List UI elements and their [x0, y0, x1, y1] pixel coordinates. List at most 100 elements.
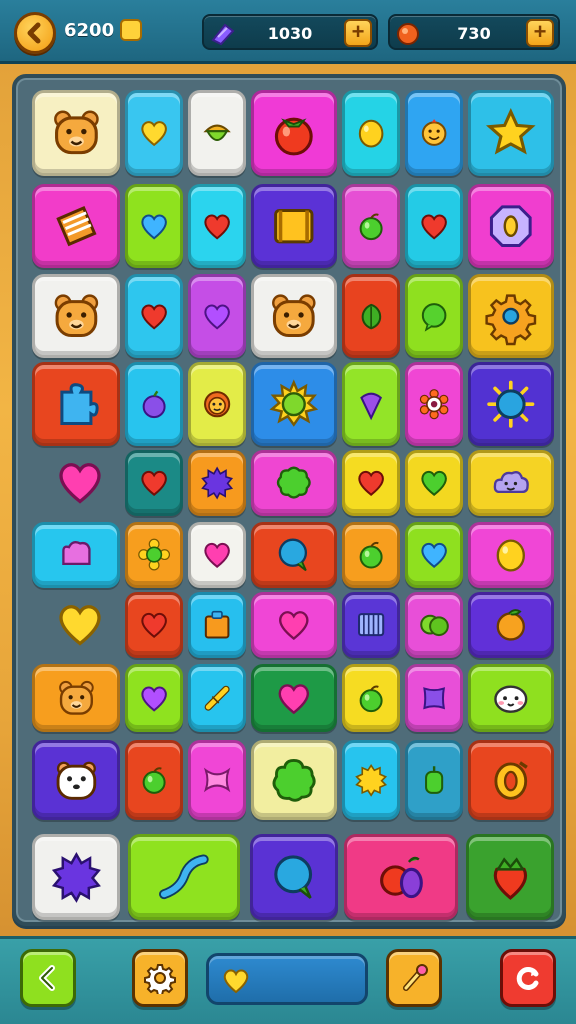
game-tile[interactable] — [125, 450, 183, 516]
game-tile[interactable] — [405, 740, 463, 820]
game-tile[interactable] — [342, 184, 400, 268]
game-tile[interactable] — [251, 184, 337, 268]
chevron-left-icon — [27, 22, 41, 44]
gem-counter: 1030 + — [202, 14, 378, 50]
bear-face-icon — [53, 110, 99, 155]
game-tile[interactable] — [468, 664, 554, 732]
game-tile[interactable] — [405, 362, 463, 446]
game-tile[interactable] — [251, 522, 337, 588]
game-tile[interactable] — [405, 450, 463, 516]
game-tile[interactable] — [342, 274, 400, 358]
pink-heart-icon — [279, 611, 309, 641]
game-tile[interactable] — [468, 740, 554, 820]
game-tile[interactable] — [125, 592, 183, 658]
game-tile[interactable] — [32, 274, 120, 358]
loose-piece[interactable] — [54, 456, 106, 508]
game-tile[interactable] — [342, 522, 400, 588]
game-tile[interactable] — [188, 740, 246, 820]
game-tile[interactable] — [344, 834, 458, 920]
loose-piece[interactable] — [54, 598, 106, 650]
game-tile[interactable] — [188, 184, 246, 268]
add-gems-button[interactable]: + — [344, 19, 372, 47]
game-tile[interactable] — [32, 664, 120, 732]
game-tile[interactable] — [342, 362, 400, 446]
green-apple-icon — [359, 213, 383, 240]
game-tile[interactable] — [32, 362, 120, 446]
game-tile[interactable] — [128, 834, 240, 920]
game-tile[interactable] — [468, 274, 554, 358]
orange-fruit-icon — [496, 609, 526, 642]
game-tile[interactable] — [342, 90, 400, 176]
game-tile[interactable] — [342, 740, 400, 820]
hamster-face-icon — [56, 761, 96, 800]
blue-balloon-icon — [273, 855, 312, 900]
green-apple-icon — [142, 767, 166, 794]
back-button[interactable] — [20, 949, 76, 1007]
hint-button[interactable] — [386, 949, 442, 1007]
add-orbs-button[interactable]: + — [526, 19, 554, 47]
booster-bar[interactable] — [206, 953, 368, 1005]
game-tile[interactable] — [188, 90, 246, 176]
blue-heart-icon — [141, 214, 167, 240]
game-tile[interactable] — [188, 362, 246, 446]
game-tile[interactable] — [466, 834, 554, 920]
game-tile[interactable] — [405, 274, 463, 358]
game-tile[interactable] — [251, 740, 337, 820]
purple-heart-icon — [141, 686, 167, 712]
chevron-left-icon — [39, 965, 55, 991]
game-tile[interactable] — [32, 740, 120, 820]
game-tile[interactable] — [125, 362, 183, 446]
game-tile[interactable] — [188, 522, 246, 588]
gear-icon — [144, 964, 176, 994]
back-button[interactable] — [14, 12, 56, 54]
game-tile[interactable] — [468, 450, 554, 516]
game-tile[interactable] — [251, 90, 337, 176]
game-tile[interactable] — [125, 184, 183, 268]
game-tile[interactable] — [188, 664, 246, 732]
game-tile[interactable] — [251, 592, 337, 658]
game-tile[interactable] — [32, 184, 120, 268]
game-tile[interactable] — [468, 362, 554, 446]
game-tile[interactable] — [405, 664, 463, 732]
red-heart-icon — [141, 471, 167, 497]
smiley-icon — [421, 119, 447, 147]
blue-wave-icon — [159, 854, 209, 900]
game-tile[interactable] — [342, 592, 400, 658]
game-tile[interactable] — [405, 90, 463, 176]
game-tile[interactable] — [405, 184, 463, 268]
game-tile[interactable] — [405, 522, 463, 588]
pink-bow-icon — [203, 767, 231, 793]
game-tile[interactable] — [32, 834, 120, 920]
game-tile[interactable] — [125, 90, 183, 176]
game-tile[interactable] — [188, 450, 246, 516]
game-tile[interactable] — [468, 90, 554, 176]
game-tile[interactable] — [188, 592, 246, 658]
game-tile[interactable] — [250, 834, 338, 920]
game-tile[interactable] — [251, 450, 337, 516]
game-tile[interactable] — [125, 274, 183, 358]
game-tile[interactable] — [125, 740, 183, 820]
game-tile[interactable] — [342, 450, 400, 516]
bottom-bar — [0, 936, 576, 1024]
pink-heart-icon — [204, 543, 230, 569]
shuffle-button[interactable] — [500, 949, 556, 1007]
game-tile[interactable] — [32, 522, 120, 588]
game-tile[interactable] — [468, 592, 554, 658]
candy-stick-icon — [204, 685, 230, 711]
yellow-heart-icon — [223, 969, 249, 994]
game-tile[interactable] — [32, 90, 120, 176]
game-tile[interactable] — [405, 592, 463, 658]
game-tile[interactable] — [251, 362, 337, 446]
game-tile[interactable] — [468, 522, 554, 588]
game-tile[interactable] — [251, 664, 337, 732]
game-tile[interactable] — [188, 274, 246, 358]
game-tile[interactable] — [342, 664, 400, 732]
game-tile[interactable] — [125, 522, 183, 588]
game-tile[interactable] — [125, 664, 183, 732]
settings-button[interactable] — [132, 949, 188, 1007]
game-tile[interactable] — [251, 274, 337, 358]
eye-flower-icon — [419, 388, 449, 420]
green-bubble-icon — [421, 302, 447, 332]
red-heart-icon — [421, 214, 447, 240]
game-tile[interactable] — [468, 184, 554, 268]
